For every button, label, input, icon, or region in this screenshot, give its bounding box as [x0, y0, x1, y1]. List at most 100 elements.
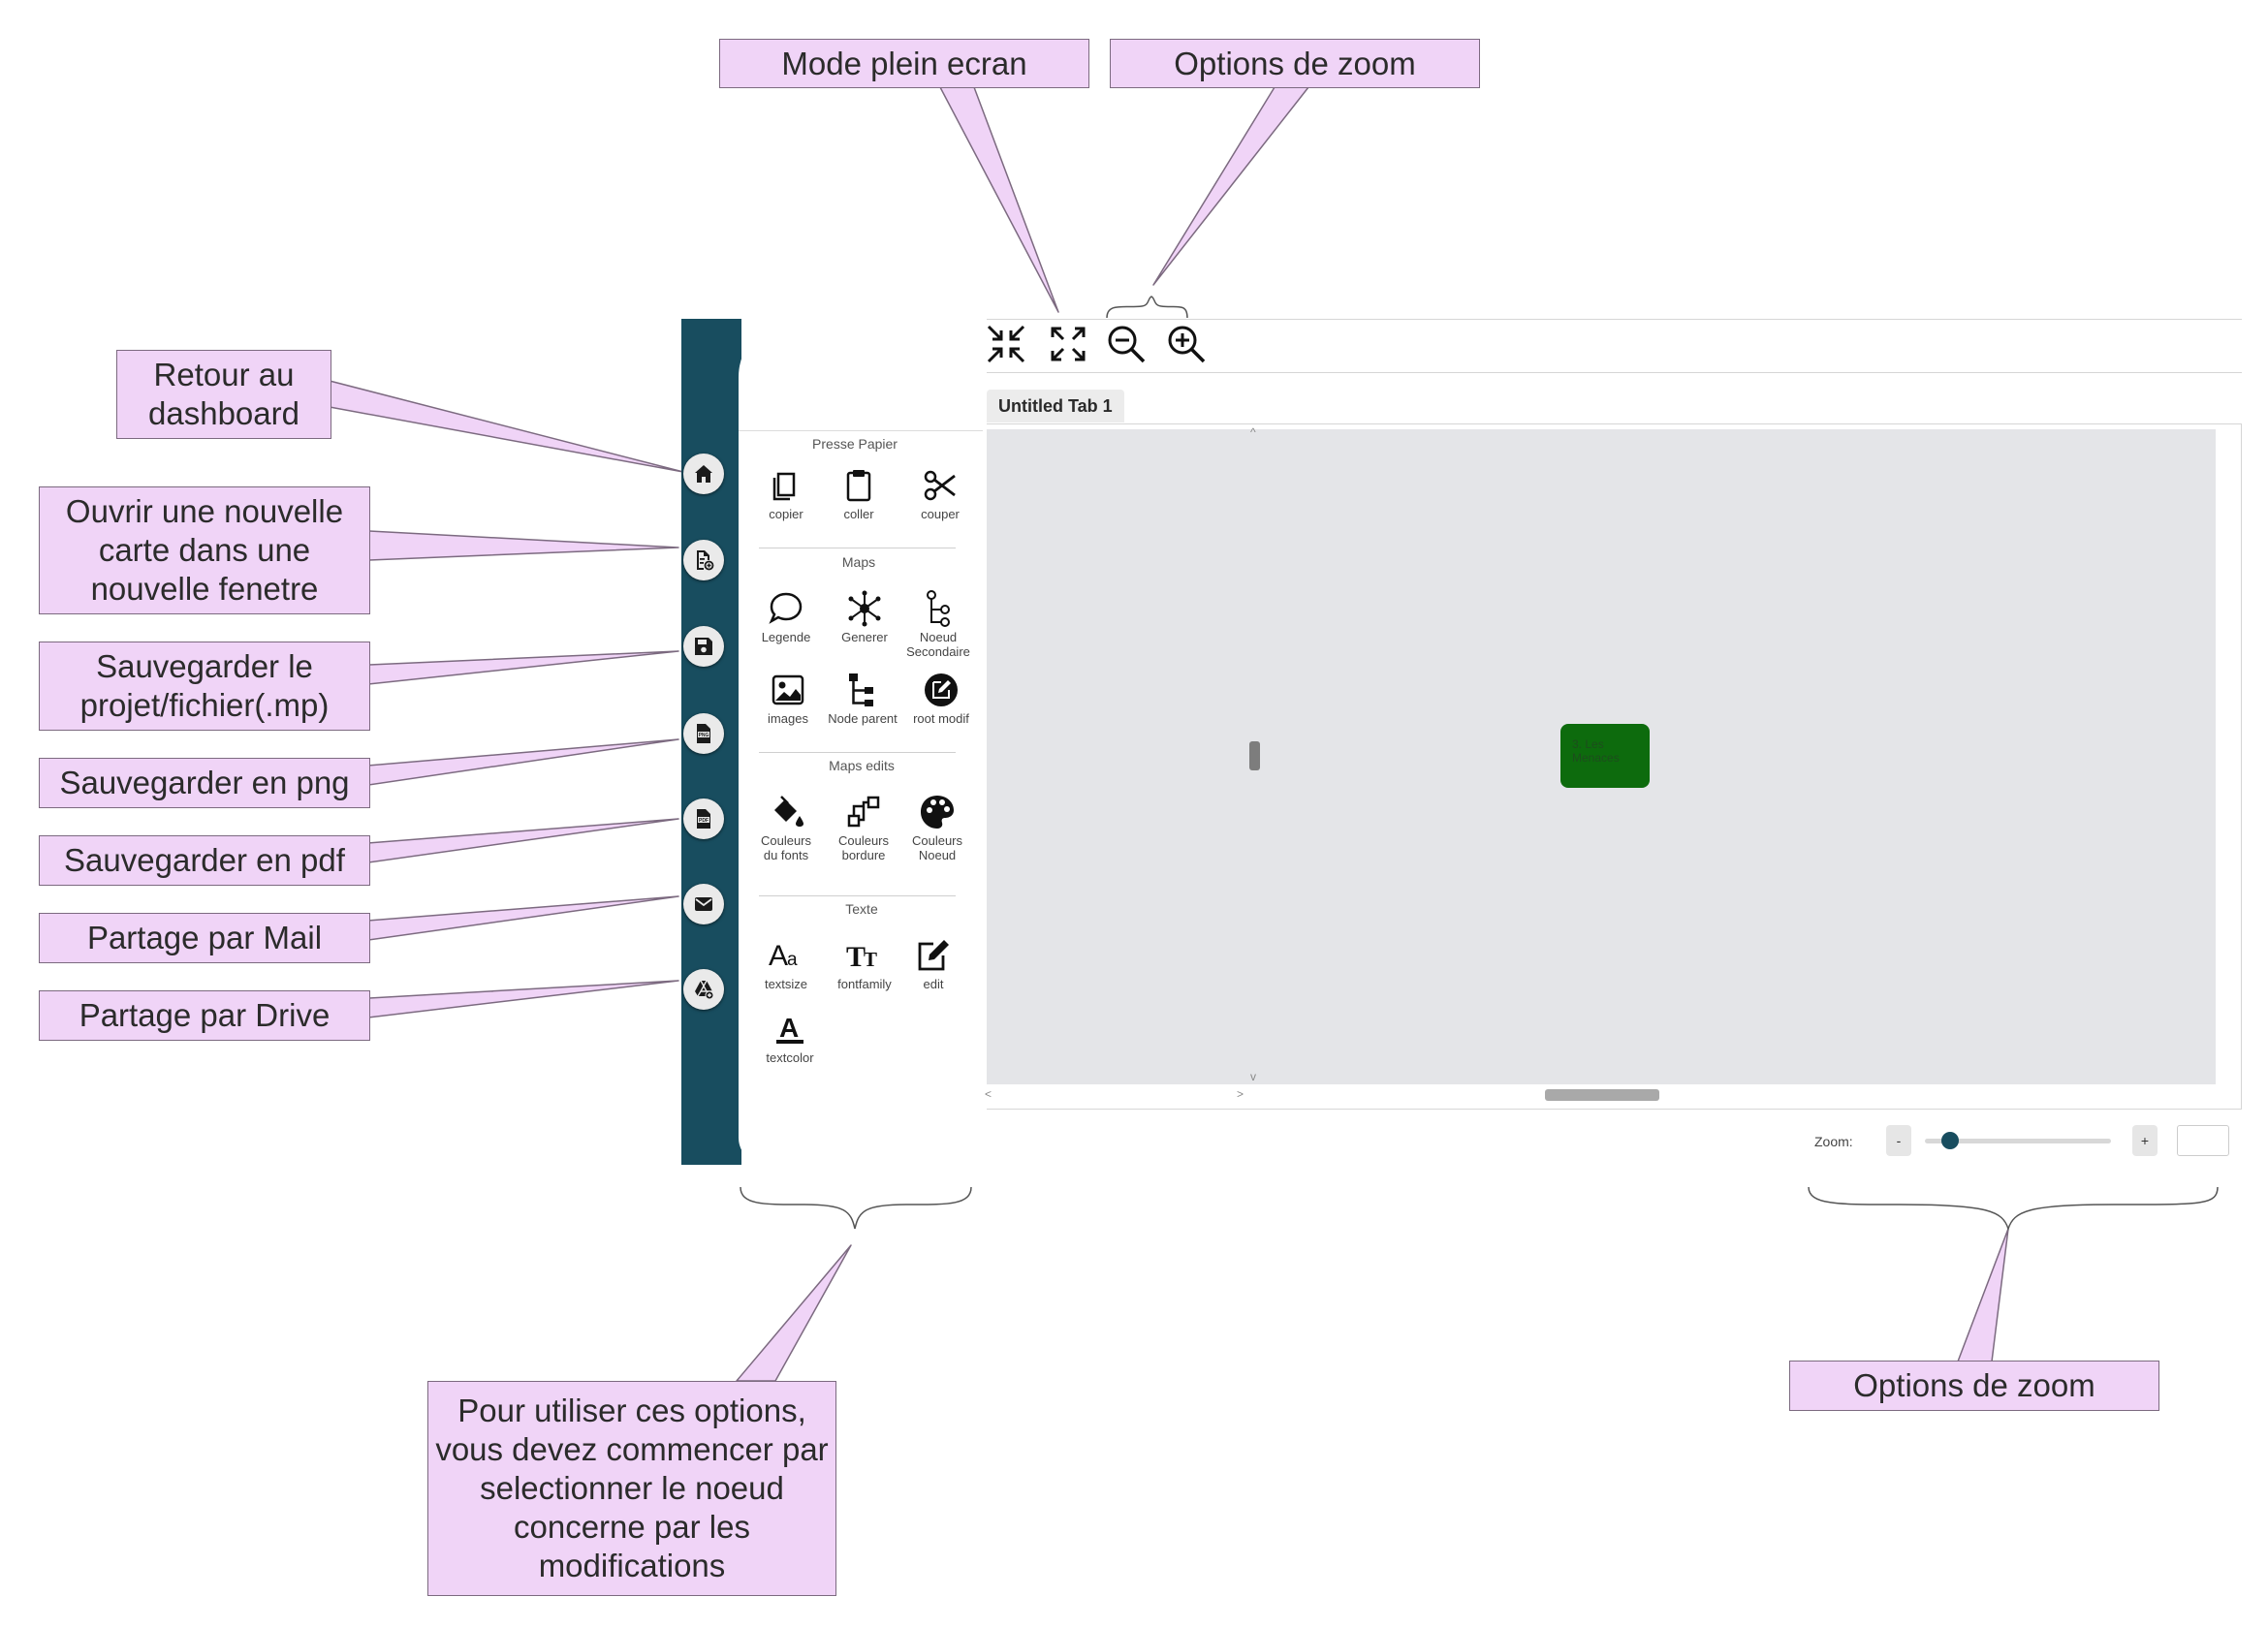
zoom-in-toolbar-button[interactable]	[1163, 321, 1210, 367]
mail-icon	[695, 897, 712, 911]
callout-save-mp: Sauvegarder le projet/fichier(.mp)	[39, 642, 370, 731]
map-node-label: 3. Les Menaces	[1572, 737, 1620, 765]
tab-untitled[interactable]: Untitled Tab 1	[987, 390, 1124, 423]
zoom-label: Zoom:	[1814, 1134, 1853, 1149]
tool-label: copier	[769, 507, 803, 521]
new-map-window-button[interactable]	[683, 540, 724, 580]
leader-zoom-top	[1152, 86, 1309, 286]
zoom-value-input[interactable]	[2177, 1125, 2229, 1156]
leader-panel-hint	[736, 1244, 852, 1382]
vertical-scrollbar-thumb[interactable]	[1249, 741, 1260, 770]
font-family-icon: TT	[846, 941, 877, 973]
exit-fullscreen-button[interactable]	[983, 321, 1029, 367]
svg-text:A: A	[769, 940, 788, 972]
tool-node-parent[interactable]: Node parent	[824, 671, 901, 726]
tool-generer[interactable]: Generer	[826, 589, 903, 644]
tool-textsize[interactable]: Aa textsize	[747, 936, 825, 991]
map-node[interactable]: 3. Les Menaces	[1560, 724, 1650, 788]
leader-share-mail	[367, 895, 679, 941]
callout-zoom-bottom: Options de zoom	[1789, 1361, 2159, 1411]
leader-share-drive	[367, 980, 679, 1018]
palette-icon	[921, 796, 954, 829]
tool-label: Couleurs bordure	[837, 833, 890, 862]
save-pdf-button[interactable]: PDF	[683, 798, 724, 839]
scroll-up-arrow[interactable]: ^	[1250, 425, 1256, 439]
pdf-file-icon: PDF	[697, 809, 710, 829]
tool-couleurs-noeud[interactable]: Couleurs Noeud	[898, 793, 976, 862]
tool-label: images	[768, 711, 808, 726]
callout-fullscreen: Mode plein ecran	[719, 39, 1089, 88]
section-divider	[759, 752, 956, 753]
svg-text:a: a	[787, 950, 798, 970]
tool-coller[interactable]: coller	[820, 466, 898, 521]
scroll-down-arrow[interactable]: v	[1250, 1070, 1256, 1083]
tool-noeud-secondaire[interactable]: Noeud Secondaire	[899, 589, 977, 659]
svg-text:T: T	[864, 948, 877, 971]
tool-fontfamily[interactable]: TT fontfamily	[826, 936, 903, 991]
share-mail-button[interactable]	[683, 884, 724, 924]
text-size-icon: Aa	[769, 940, 798, 972]
fullscreen-button[interactable]	[1045, 321, 1091, 367]
save-project-button[interactable]	[683, 626, 724, 667]
save-png-button[interactable]: PNG	[683, 713, 724, 754]
tool-edit[interactable]: edit	[895, 936, 972, 991]
tool-label: Generer	[841, 630, 888, 644]
zoom-out-toolbar-button[interactable]	[1103, 321, 1150, 367]
home-icon	[695, 465, 712, 483]
drive-icon	[695, 980, 714, 1000]
speech-bubble-icon	[769, 592, 803, 624]
tool-label: edit	[923, 977, 944, 991]
tool-label: Noeud Secondaire	[906, 630, 970, 659]
horizontal-scrollbar-thumb[interactable]	[1545, 1089, 1659, 1101]
tool-label: Legende	[761, 630, 811, 644]
svg-text:A: A	[779, 1013, 799, 1043]
brace-zoom-top	[1106, 296, 1188, 319]
leader-zoom-bottom	[1957, 1228, 2009, 1362]
network-icon	[848, 590, 881, 627]
leader-fullscreen	[939, 86, 1059, 313]
tool-textcolor[interactable]: A textcolor	[751, 1010, 829, 1065]
scroll-left-arrow[interactable]: <	[985, 1087, 992, 1101]
tool-couleurs-fonts[interactable]: Couleurs du fonts	[747, 793, 825, 862]
branch-icon	[927, 590, 950, 627]
tool-label: coller	[843, 507, 874, 521]
tool-couper[interactable]: couper	[901, 466, 979, 521]
callout-save-pdf: Sauvegarder en pdf	[39, 835, 370, 886]
share-drive-button[interactable]	[683, 969, 724, 1010]
tool-legende[interactable]: Legende	[747, 589, 825, 644]
zoom-minus-button[interactable]: -	[1886, 1125, 1911, 1156]
tool-couleurs-bordure[interactable]: Couleurs bordure	[825, 793, 902, 862]
zoom-in-icon	[1168, 326, 1206, 363]
hierarchy-icon	[849, 673, 873, 706]
zoom-plus-button[interactable]: +	[2132, 1125, 2158, 1156]
image-icon	[772, 674, 804, 705]
tool-label: textsize	[764, 977, 808, 991]
callout-zoom-top: Options de zoom	[1110, 39, 1480, 88]
copy-icon	[772, 472, 796, 501]
text-color-icon: A	[776, 1013, 803, 1044]
brace-panel	[740, 1186, 972, 1230]
scroll-right-arrow[interactable]: >	[1237, 1087, 1244, 1101]
tool-label: Couleurs Noeud	[911, 833, 963, 862]
section-title-texte: Texte	[845, 901, 878, 917]
tool-root-modif[interactable]: root modif	[902, 671, 980, 726]
leader-save-mp	[367, 650, 679, 685]
section-divider	[759, 895, 956, 896]
section-title-maps-edits: Maps edits	[829, 758, 895, 773]
border-color-icon	[847, 796, 880, 828]
leader-new-window	[367, 530, 679, 561]
tool-copier[interactable]: copier	[747, 466, 825, 521]
tool-label: couper	[921, 507, 960, 521]
callout-panel-hint: Pour utiliser ces options, vous devez co…	[427, 1381, 836, 1596]
leader-dashboard	[329, 380, 684, 473]
save-icon	[695, 638, 712, 655]
svg-text:PDF: PDF	[699, 818, 709, 824]
panel-divider	[739, 430, 983, 431]
callout-save-png: Sauvegarder en png	[39, 758, 370, 808]
tool-images[interactable]: images	[749, 671, 827, 726]
callout-share-mail: Partage par Mail	[39, 913, 370, 963]
section-title-presse-papier: Presse Papier	[812, 436, 898, 452]
dashboard-button[interactable]	[683, 454, 724, 494]
paint-bucket-icon	[774, 796, 803, 827]
brace-zoom-bottom	[1808, 1186, 2219, 1232]
